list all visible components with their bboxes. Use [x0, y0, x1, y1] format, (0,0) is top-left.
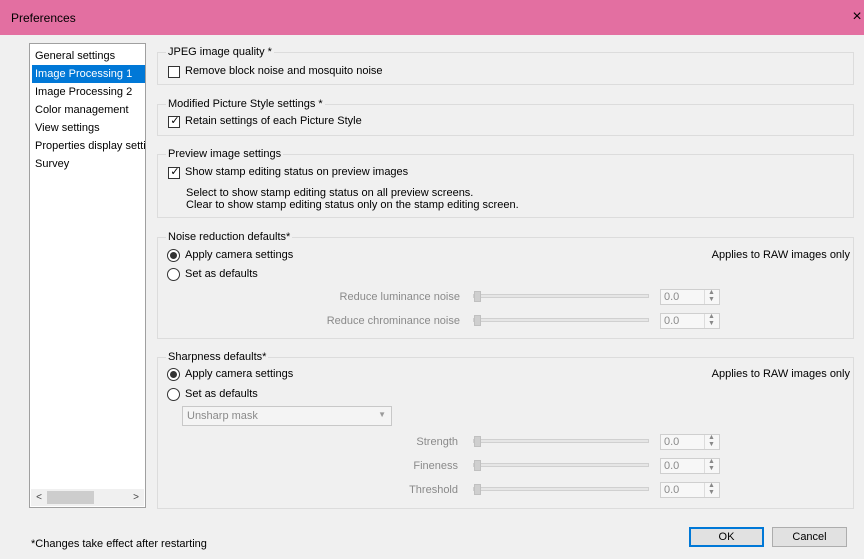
sharpness-apply-camera-radio[interactable] [167, 368, 180, 381]
noise-raw-note: Applies to RAW images only [711, 249, 850, 261]
checkmark-icon: ✓ [170, 166, 180, 178]
sidebar-item-image-processing-2[interactable]: Image Processing 2 [32, 83, 145, 101]
luminance-spinbox[interactable]: 0.0 ▲ ▼ [660, 289, 720, 305]
sidebar-item-image-processing-1[interactable]: Image Processing 1 [32, 65, 145, 83]
strength-spinbox[interactable]: 0.0 ▲ ▼ [660, 434, 720, 450]
sharpness-set-defaults-label[interactable]: Set as defaults [185, 388, 258, 400]
spin-arrows-icon[interactable]: ▲ ▼ [708, 434, 715, 448]
chrominance-value: 0.0 [664, 315, 680, 327]
checkmark-icon: ✓ [170, 115, 180, 127]
scrollbar-thumb[interactable] [47, 491, 94, 504]
noise-set-defaults-label[interactable]: Set as defaults [185, 268, 258, 280]
fineness-slider-thumb[interactable] [474, 460, 481, 471]
threshold-value: 0.0 [664, 484, 680, 496]
divider [704, 459, 705, 473]
chrominance-label: Reduce chrominance noise [326, 315, 460, 327]
luminance-slider-thumb[interactable] [474, 291, 481, 302]
sidebar-item-view-settings[interactable]: View settings [32, 119, 145, 137]
strength-slider-thumb[interactable] [474, 436, 481, 447]
sidebar-item-survey[interactable]: Survey [32, 155, 145, 173]
sharpness-mode-dropdown[interactable]: Unsharp mask ▼ [182, 406, 392, 426]
sidebar-item-properties-display-settings[interactable]: Properties display settings [32, 137, 145, 155]
luminance-label: Reduce luminance noise [339, 291, 460, 303]
sharpness-legend: Sharpness defaults* [166, 351, 269, 363]
jpeg-quality-legend: JPEG image quality * [166, 46, 274, 58]
retain-style-label[interactable]: Retain settings of each Picture Style [185, 115, 362, 127]
chrominance-slider-track[interactable] [473, 318, 649, 322]
spin-arrows-icon[interactable]: ▲ ▼ [708, 289, 715, 303]
spin-arrows-icon[interactable]: ▲ ▼ [708, 458, 715, 472]
threshold-spinbox[interactable]: 0.0 ▲ ▼ [660, 482, 720, 498]
scroll-left-icon[interactable]: < [31, 489, 47, 506]
strength-slider-track[interactable] [473, 439, 649, 443]
noise-reduction-legend: Noise reduction defaults* [166, 231, 293, 243]
ok-button[interactable]: OK [689, 527, 764, 547]
fineness-spinbox[interactable]: 0.0 ▲ ▼ [660, 458, 720, 474]
strength-label: Strength [416, 436, 458, 448]
sharpness-set-defaults-radio[interactable] [167, 388, 180, 401]
threshold-label: Threshold [409, 484, 458, 496]
remove-noise-label[interactable]: Remove block noise and mosquito noise [185, 65, 383, 77]
luminance-value: 0.0 [664, 291, 680, 303]
close-icon[interactable]: × [850, 6, 864, 28]
luminance-slider-track[interactable] [473, 294, 649, 298]
fineness-label: Fineness [413, 460, 458, 472]
spin-arrows-icon[interactable]: ▲ ▼ [708, 482, 715, 496]
settings-category-list[interactable]: General settings Image Processing 1 Imag… [29, 43, 146, 508]
divider [704, 290, 705, 304]
cancel-button[interactable]: Cancel [772, 527, 847, 547]
title-bar: Preferences × [0, 0, 864, 35]
preview-settings-legend: Preview image settings [166, 148, 284, 160]
divider [704, 314, 705, 328]
remove-noise-checkbox[interactable] [168, 66, 180, 78]
divider [704, 483, 705, 497]
chevron-down-icon: ▼ [378, 410, 386, 419]
sharpness-apply-camera-label[interactable]: Apply camera settings [185, 368, 293, 380]
chrominance-spinbox[interactable]: 0.0 ▲ ▼ [660, 313, 720, 329]
noise-apply-camera-radio[interactable] [167, 249, 180, 262]
restart-footnote: *Changes take effect after restarting [31, 538, 207, 550]
radio-dot [170, 371, 177, 378]
radio-dot [170, 252, 177, 259]
chrominance-slider-thumb[interactable] [474, 315, 481, 326]
sidebar-item-color-management[interactable]: Color management [32, 101, 145, 119]
window-title: Preferences [11, 11, 76, 25]
fineness-value: 0.0 [664, 460, 680, 472]
preview-help-line-1: Select to show stamp editing status on a… [186, 187, 474, 199]
sharpness-mode-value: Unsharp mask [187, 410, 258, 422]
picture-style-legend: Modified Picture Style settings * [166, 98, 325, 110]
scroll-right-icon[interactable]: > [128, 489, 144, 506]
show-stamp-label[interactable]: Show stamp editing status on preview ima… [185, 166, 408, 178]
sidebar-item-general-settings[interactable]: General settings [32, 47, 145, 65]
horizontal-scrollbar[interactable]: < > [31, 489, 144, 506]
retain-style-checkbox[interactable]: ✓ [168, 115, 180, 128]
threshold-slider-track[interactable] [473, 487, 649, 491]
spin-arrows-icon[interactable]: ▲ ▼ [708, 313, 715, 327]
show-stamp-checkbox[interactable]: ✓ [168, 166, 180, 179]
noise-apply-camera-label[interactable]: Apply camera settings [185, 249, 293, 261]
strength-value: 0.0 [664, 436, 680, 448]
preview-help-line-2: Clear to show stamp editing status only … [186, 199, 519, 211]
fineness-slider-track[interactable] [473, 463, 649, 467]
divider [704, 435, 705, 449]
noise-set-defaults-radio[interactable] [167, 268, 180, 281]
threshold-slider-thumb[interactable] [474, 484, 481, 495]
sharpness-raw-note: Applies to RAW images only [711, 368, 850, 380]
